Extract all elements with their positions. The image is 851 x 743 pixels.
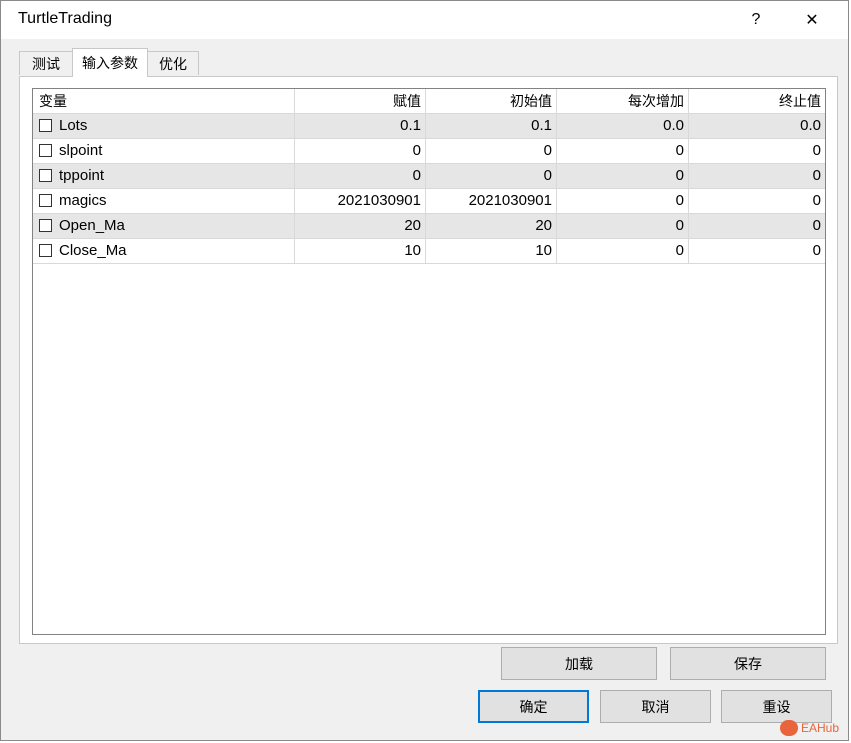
param-start[interactable]: 0.1 — [426, 114, 557, 138]
param-step[interactable]: 0 — [557, 164, 689, 188]
optimize-checkbox[interactable] — [39, 169, 52, 182]
param-value[interactable]: 10 — [295, 239, 426, 263]
table-row[interactable]: Close_Ma 10 10 0 0 — [33, 239, 825, 264]
param-stop[interactable]: 0.0 — [689, 114, 825, 138]
param-name: Close_Ma — [59, 242, 127, 259]
optimize-checkbox[interactable] — [39, 244, 52, 257]
close-button[interactable]: ✕ — [792, 5, 832, 35]
param-name: tppoint — [59, 167, 105, 184]
header-start: 初始值 — [426, 89, 557, 113]
ok-button[interactable]: 确定 — [478, 690, 589, 723]
tab-optimization[interactable]: 优化 — [147, 51, 199, 75]
reset-button[interactable]: 重设 — [721, 690, 832, 723]
table-header-row: 变量 赋值 初始值 每次增加 终止值 — [33, 89, 825, 114]
param-start[interactable]: 0 — [426, 139, 557, 163]
header-stop: 终止值 — [779, 93, 821, 109]
param-step[interactable]: 0.0 — [557, 114, 689, 138]
table-row[interactable]: Open_Ma 20 20 0 0 — [33, 214, 825, 239]
param-step[interactable]: 0 — [557, 214, 689, 238]
header-variable: 变量 — [33, 89, 295, 113]
param-value[interactable]: 20 — [295, 214, 426, 238]
input-parameters-dialog: TurtleTrading ? ✕ 测试 输入参数 优化 变量 赋值 初始值 每… — [0, 0, 849, 741]
param-name: Lots — [59, 117, 88, 134]
parameters-table[interactable]: 变量 赋值 初始值 每次增加 终止值 Lots 0.1 0.1 0.0 0.0 — [32, 88, 826, 635]
param-value[interactable]: 0.1 — [295, 114, 426, 138]
optimize-checkbox[interactable] — [39, 144, 52, 157]
param-step[interactable]: 0 — [557, 139, 689, 163]
cancel-button[interactable]: 取消 — [600, 690, 711, 723]
param-stop[interactable]: 0 — [689, 164, 825, 188]
table-row[interactable]: magics 2021030901 2021030901 0 0 — [33, 189, 825, 214]
tab-test[interactable]: 测试 — [19, 51, 73, 75]
watermark-text: EAHub — [801, 721, 840, 735]
param-stop[interactable]: 0 — [689, 239, 825, 263]
optimize-checkbox[interactable] — [39, 219, 52, 232]
optimize-checkbox[interactable] — [39, 194, 52, 207]
watermark: EAHub — [780, 720, 839, 736]
param-value[interactable]: 0 — [295, 139, 426, 163]
param-start[interactable]: 2021030901 — [426, 189, 557, 213]
save-button[interactable]: 保存 — [670, 647, 826, 680]
table-row[interactable]: Lots 0.1 0.1 0.0 0.0 — [33, 114, 825, 139]
param-stop[interactable]: 0 — [689, 214, 825, 238]
help-button[interactable]: ? — [736, 5, 776, 35]
param-value[interactable]: 0 — [295, 164, 426, 188]
param-step[interactable]: 0 — [557, 239, 689, 263]
param-stop[interactable]: 0 — [689, 139, 825, 163]
param-stop[interactable]: 0 — [689, 189, 825, 213]
tab-panel: 变量 赋值 初始值 每次增加 终止值 Lots 0.1 0.1 0.0 0.0 — [19, 76, 838, 644]
param-name: slpoint — [59, 142, 103, 159]
header-value: 赋值 — [295, 89, 426, 113]
title-bar: TurtleTrading ? ✕ — [1, 1, 848, 39]
table-row[interactable]: slpoint 0 0 0 0 — [33, 139, 825, 164]
param-start[interactable]: 0 — [426, 164, 557, 188]
header-step: 每次增加 — [557, 89, 689, 113]
param-value[interactable]: 2021030901 — [295, 189, 426, 213]
table-row[interactable]: tppoint 0 0 0 0 — [33, 164, 825, 189]
optimize-checkbox[interactable] — [39, 119, 52, 132]
eahub-logo-icon — [780, 720, 798, 736]
window-title: TurtleTrading — [18, 10, 112, 27]
param-start[interactable]: 10 — [426, 239, 557, 263]
param-start[interactable]: 20 — [426, 214, 557, 238]
param-name: Open_Ma — [59, 217, 125, 234]
tab-input-parameters[interactable]: 输入参数 — [72, 48, 148, 77]
param-step[interactable]: 0 — [557, 189, 689, 213]
param-name: magics — [59, 192, 107, 209]
load-button[interactable]: 加载 — [501, 647, 657, 680]
